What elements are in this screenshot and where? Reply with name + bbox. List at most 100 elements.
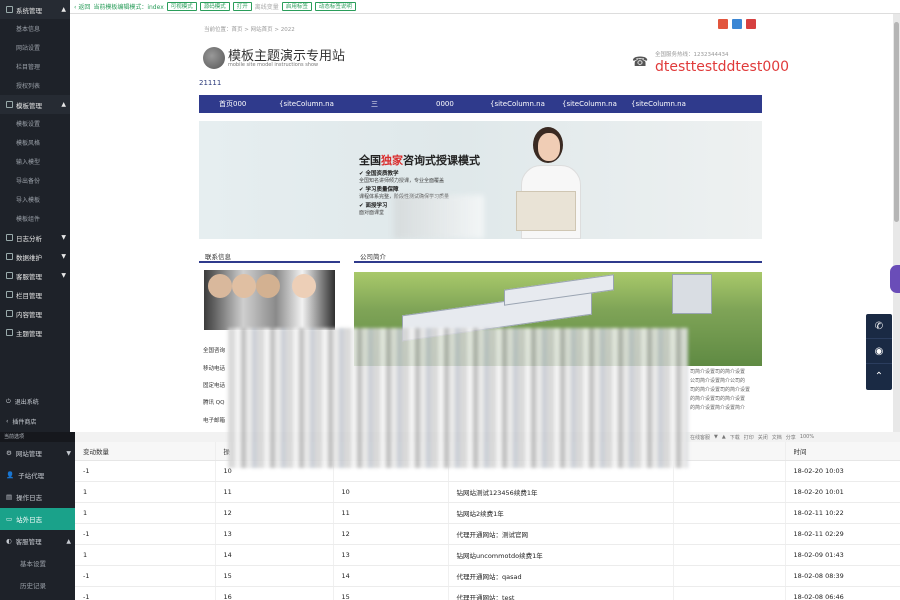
column-header[interactable]: 变动数量: [75, 442, 216, 461]
sidebar-group-column[interactable]: 栏目管理: [0, 285, 70, 304]
monitor-icon: ▭: [6, 515, 13, 523]
table-row[interactable]: -1 16 15 代理开通网站：test 18-02-08 06:46: [75, 586, 900, 600]
sidebar2-item-oplog[interactable]: ▤ 操作日志: [0, 486, 75, 508]
logout-button[interactable]: ⏻ 退出系统: [0, 392, 70, 411]
editor-toolbar: ‹ 返回 当前模板编辑模式：index 可视模式 源码模式 打开 离线变量 启用…: [70, 0, 900, 14]
site-nav: 首页000 {siteColumn.na 三 0000 {siteColumn.…: [199, 95, 762, 113]
download-button[interactable]: 下载: [730, 434, 740, 441]
phone-icon: ☎: [632, 55, 649, 70]
dynamic-tag-help-button[interactable]: 动态标签说明: [314, 2, 356, 11]
qq-icon[interactable]: [732, 19, 742, 29]
table-row[interactable]: 1 11 10 钻网站测试123456续费1年 18-02-20 10:01: [75, 481, 900, 503]
chevron-down-icon: ▼: [61, 253, 66, 260]
visual-mode-button[interactable]: 可视模式: [166, 2, 197, 11]
intro-line: 的简介设置简介设置简介: [690, 405, 746, 411]
sidebar2-item-service[interactable]: ◐ 客服管理 ▲: [0, 530, 75, 552]
sidebar-item[interactable]: 网站设置: [0, 38, 70, 57]
close-button[interactable]: 关闭: [758, 434, 768, 441]
cell: 13: [333, 544, 449, 566]
sidebar-group-template[interactable]: 模板管理 ▲: [0, 95, 70, 114]
sidebar-item[interactable]: 导入模板: [0, 190, 70, 209]
source-mode-button[interactable]: 源码模式: [199, 2, 230, 11]
document-button[interactable]: 文档: [772, 434, 782, 441]
preview-scrollbar[interactable]: [893, 14, 900, 432]
nav-item[interactable]: 首页000: [219, 99, 246, 109]
column-header[interactable]: [673, 442, 786, 461]
sidebar-group-theme[interactable]: 主题管理: [0, 323, 70, 342]
print-button[interactable]: 打印: [744, 434, 754, 441]
open-button[interactable]: 打开: [232, 2, 252, 11]
sidebar-item[interactable]: 授权列表: [0, 76, 70, 95]
column-header[interactable]: 时间: [785, 442, 900, 461]
sidebar-item[interactable]: 输入模型: [0, 152, 70, 171]
sidebar-group-service[interactable]: 客服管理 ▼: [0, 266, 70, 285]
doc-icon: [6, 310, 13, 317]
offline-vars[interactable]: 离线变量: [255, 2, 279, 11]
plugin-store-button[interactable]: ‹ 插件商店: [0, 412, 70, 431]
cell: -1: [75, 565, 216, 587]
cell: 18-02-09 01:43: [785, 544, 900, 566]
back-link[interactable]: ‹ 返回: [74, 2, 90, 11]
cell: -1: [75, 460, 216, 482]
nav-item[interactable]: 三: [371, 99, 378, 109]
table-row[interactable]: -1 13 12 代理开通网站：测试官网 18-02-11 02:29: [75, 523, 900, 545]
back-to-top-icon[interactable]: ⌃: [866, 364, 892, 389]
secondary-sidebar: 当前选项 ⚙ 网站管理 ▼ 👤 子站代理 ▤ 操作日志 ▭ 站外日志 ◐ 客服管理 ▲ 基本设…: [0, 432, 75, 600]
phone-icon[interactable]: ✆: [866, 314, 892, 339]
scrollbar-thumb[interactable]: [894, 22, 899, 222]
sidebar-group-logs[interactable]: 日志分析 ▼: [0, 228, 70, 247]
cell: 18-02-20 10:01: [785, 481, 900, 503]
contact-line: 全国咨询: [203, 348, 226, 354]
sidebar-group-system[interactable]: 系统管理 ▲: [0, 0, 70, 19]
nav-item[interactable]: {siteColumn.na: [562, 100, 617, 108]
headset-icon: [6, 272, 13, 279]
sidebar2-subitem[interactable]: 历史记录: [0, 574, 75, 596]
enable-tag-button[interactable]: 启用标签: [281, 2, 312, 11]
palette-icon: [6, 329, 13, 336]
nav-item[interactable]: {siteColumn.na: [490, 100, 545, 108]
weibo-icon[interactable]: [718, 19, 728, 29]
contact-panel-heading: 联系信息: [199, 249, 340, 263]
list-icon: [6, 291, 13, 298]
nav-item[interactable]: {siteColumn.na: [631, 100, 686, 108]
sidebar-item[interactable]: 栏目管理: [0, 57, 70, 76]
qq-icon[interactable]: ◉: [866, 339, 892, 364]
gear-icon: [6, 6, 13, 13]
online-service-link[interactable]: 在线客服: [690, 434, 710, 441]
chart-icon: [6, 234, 13, 241]
cell: 1: [75, 481, 216, 503]
table-row[interactable]: 1 12 11 钻网站2续费1年 18-02-11 10:22: [75, 502, 900, 524]
site-number-line: 21111: [199, 79, 222, 87]
cell: [673, 565, 786, 587]
sidebar2-subitem[interactable]: 基本设置: [0, 552, 75, 574]
sidebar-item[interactable]: 导出备份: [0, 171, 70, 190]
sidebar-group-content[interactable]: 内容管理: [0, 304, 70, 323]
float-service-bar: ✆ ◉ ⌃: [866, 314, 892, 390]
intro-panel-heading: 公司简介: [354, 249, 762, 263]
contact-line: 腾讯 QQ: [203, 400, 225, 406]
banner-point: ✔ 面授学习: [359, 203, 388, 209]
table-row[interactable]: -1 15 14 代理开通网站：qasad 18-02-08 08:39: [75, 565, 900, 587]
sidebar-group-data[interactable]: 数据维护 ▼: [0, 247, 70, 266]
breadcrumb: 当前位置：首页 > 网站首页 > 2022: [204, 27, 295, 33]
sidebar2-item-agent[interactable]: 👤 子站代理: [0, 464, 75, 486]
up-icon[interactable]: ▲: [722, 434, 726, 440]
site-logo-icon: [203, 47, 225, 69]
sidebar-item[interactable]: 模板组件: [0, 209, 70, 228]
sidebar-item[interactable]: 模板风格: [0, 133, 70, 152]
nav-item[interactable]: {siteColumn.na: [279, 100, 334, 108]
mail-icon[interactable]: [746, 19, 756, 29]
cell: [673, 502, 786, 524]
share-button[interactable]: 分享: [786, 434, 796, 441]
sidebar-item[interactable]: 模板设置: [0, 114, 70, 133]
side-tab[interactable]: [890, 265, 900, 293]
sidebar2-item-site[interactable]: ⚙ 网站管理 ▼: [0, 442, 75, 464]
doc-toolbar: 在线客服 ▼ ▲ 下载 打印 关闭 文档 分享 100%: [690, 432, 900, 442]
nav-item[interactable]: 0000: [436, 100, 454, 108]
sidebar-item[interactable]: 基本信息: [0, 19, 70, 38]
sidebar2-item-sitelog[interactable]: ▭ 站外日志: [0, 508, 75, 530]
table-row[interactable]: 1 14 13 钻网站uncommotdo续费1年 18-02-09 01:43: [75, 544, 900, 566]
zoom-level: 100%: [799, 434, 815, 440]
down-icon[interactable]: ▼: [714, 434, 718, 440]
intro-line: 司简介设置司的简介设置: [690, 369, 746, 375]
